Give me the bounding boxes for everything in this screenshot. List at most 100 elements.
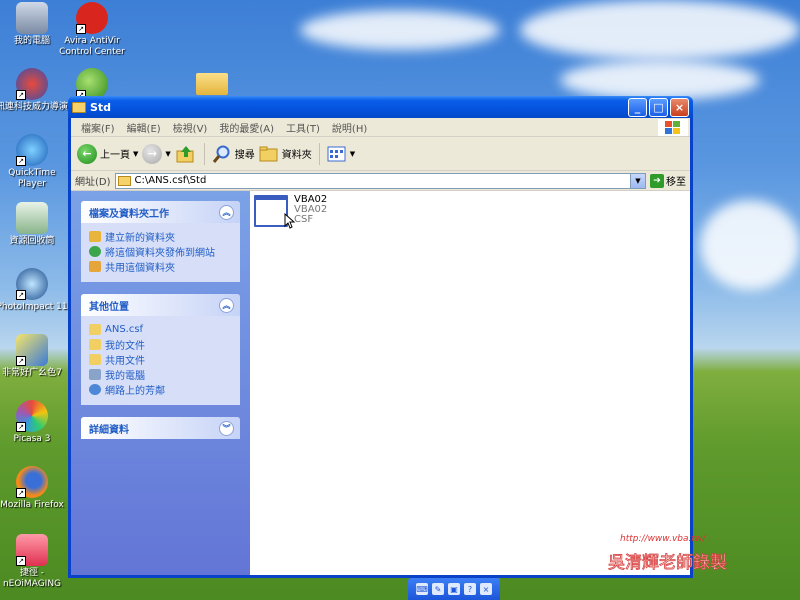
link-network-places[interactable]: 網路上的芳鄰 — [89, 382, 232, 397]
expand-icon[interactable]: ︾ — [219, 420, 234, 436]
search-button[interactable]: 搜尋 — [212, 144, 255, 164]
watermark-signature: 吳清輝老師錄製 — [600, 548, 800, 576]
views-button[interactable]: ▼ — [327, 145, 355, 163]
address-value: C:\ANS.csf\Std — [134, 175, 207, 186]
panel-header-details[interactable]: 詳細資料 ︾ — [81, 417, 240, 439]
avira-icon: ↗ — [76, 2, 108, 34]
minimize-button[interactable]: _ — [628, 97, 647, 117]
folder-icon — [89, 339, 101, 350]
link-new-folder[interactable]: 建立新的資料夾 — [89, 229, 232, 244]
menu-view[interactable]: 檢視(V) — [167, 120, 214, 135]
task-pane: 檔案及資料夾工作 ︽ 建立新的資料夾 將這個資料夾發佈到網站 共用這個資料夾 其… — [71, 191, 250, 575]
menu-bar: 檔案(F) 編輯(E) 檢視(V) 我的最愛(A) 工具(T) 說明(H) — [71, 118, 690, 137]
folders-button[interactable]: 資料夾 — [259, 145, 312, 163]
go-arrow-icon: ➔ — [650, 173, 664, 188]
panel-header-file-folder-tasks[interactable]: 檔案及資料夾工作 ︽ — [81, 201, 240, 223]
back-arrow-icon: ← — [77, 143, 97, 164]
folder-icon — [89, 354, 101, 365]
cloud — [520, 0, 800, 60]
recycle-bin-icon — [16, 202, 48, 234]
neoimaging-icon: ↗ — [16, 534, 48, 566]
link-ans-csf[interactable]: ANS.csf — [89, 322, 232, 337]
desktop-icon-picasa[interactable]: ↗ Picasa 3 — [0, 400, 68, 445]
cloud — [560, 60, 760, 100]
keyboard-icon[interactable]: ⌨ — [416, 583, 428, 595]
folder-icon — [89, 324, 101, 335]
maximize-button[interactable]: □ — [649, 97, 668, 117]
link-publish-folder[interactable]: 將這個資料夾發佈到網站 — [89, 244, 232, 259]
mouse-cursor-icon — [284, 212, 296, 232]
network-icon — [89, 384, 101, 395]
title-bar[interactable]: Std _ □ × — [68, 96, 693, 118]
menu-edit[interactable]: 編輯(E) — [121, 120, 167, 135]
pen-icon[interactable]: ✎ — [432, 583, 444, 595]
menu-tools[interactable]: 工具(T) — [280, 120, 326, 135]
chevron-down-icon[interactable]: ▼ — [133, 150, 138, 158]
window-body: 檔案(F) 編輯(E) 檢視(V) 我的最愛(A) 工具(T) 說明(H) ← … — [71, 118, 690, 575]
folder-up-icon — [176, 145, 194, 162]
chevron-down-icon: ▼ — [349, 149, 356, 158]
watermark-sign-text: 吳清輝老師錄製 — [608, 553, 727, 573]
csf-file-icon — [254, 195, 288, 227]
back-button[interactable]: ← 上一頁 ▼ — [77, 143, 138, 164]
menu-file[interactable]: 檔案(F) — [75, 120, 121, 135]
window-title: Std — [90, 100, 112, 114]
computer-icon — [89, 369, 101, 380]
folder-icon — [117, 175, 131, 186]
address-bar: 網址(D) C:\ANS.csf\Std ▼ ➔ 移至 — [71, 171, 690, 191]
file-type: CSF — [294, 214, 314, 225]
star-app-icon: ↗ — [16, 334, 48, 366]
chevron-down-icon[interactable]: ▼ — [165, 150, 170, 158]
help-icon[interactable]: ? — [464, 583, 476, 595]
menu-favorites[interactable]: 我的最愛(A) — [213, 120, 280, 135]
windows-logo-icon — [658, 119, 688, 136]
link-shared-documents[interactable]: 共用文件 — [89, 352, 232, 367]
toolbar-separator — [203, 142, 205, 165]
desktop-icon-recycle-bin[interactable]: 資源回收筒 — [0, 202, 68, 247]
panel-header-other-places[interactable]: 其他位置 ︽ — [81, 294, 240, 316]
picasa-icon: ↗ — [16, 400, 48, 432]
quicktime-icon: ↗ — [16, 134, 48, 166]
cloud — [700, 200, 800, 290]
desktop-icon-neoimaging[interactable]: ↗ 捷徑 - nEOiMAGING — [0, 534, 68, 590]
new-folder-icon — [89, 231, 101, 242]
link-share-folder[interactable]: 共用這個資料夾 — [89, 259, 232, 274]
desktop-icon-photoimpact[interactable]: ↗ PhotoImpact 11 — [0, 268, 68, 313]
forward-button[interactable]: → ▼ — [142, 143, 171, 164]
address-dropdown-button[interactable]: ▼ — [630, 173, 645, 188]
address-label: 網址(D) — [75, 177, 111, 188]
up-button[interactable] — [175, 143, 197, 165]
desktop-icon-app7[interactable]: ↗ 非常好广幺色7 — [0, 334, 68, 379]
firefox-icon: ↗ — [16, 466, 48, 498]
toolbar-separator — [318, 142, 320, 165]
computer-icon — [16, 2, 48, 34]
menu-help[interactable]: 說明(H) — [326, 120, 373, 135]
search-label: 搜尋 — [234, 150, 255, 161]
folders-label: 資料夾 — [281, 150, 312, 161]
desktop-icon-quicktime[interactable]: ↗ QuickTime Player — [0, 134, 68, 190]
recorder-toolbar: ⌨ ✎ ▣ ? × — [408, 578, 500, 600]
file-list[interactable]: VBA02 VBA02 CSF — [250, 191, 690, 575]
share-folder-icon — [89, 261, 101, 272]
folder-icon — [72, 101, 86, 113]
link-my-documents[interactable]: 我的文件 — [89, 337, 232, 352]
link-my-computer[interactable]: 我的電腦 — [89, 367, 232, 382]
panel-details: 詳細資料 ︾ — [81, 417, 240, 439]
close-button[interactable]: × — [670, 97, 689, 117]
forward-arrow-icon: → — [142, 143, 163, 164]
folder-icon — [196, 73, 228, 95]
toolbar: ← 上一頁 ▼ → ▼ 搜尋 資料夾 ▼ — [71, 137, 690, 171]
powerdirector-icon: ↗ — [16, 68, 48, 100]
screen-icon[interactable]: ▣ — [448, 583, 460, 595]
go-button[interactable]: ➔ 移至 — [650, 173, 686, 188]
desktop-icon-avira[interactable]: ↗ Avira AntiVir Control Center — [56, 2, 128, 58]
collapse-icon[interactable]: ︽ — [219, 204, 234, 220]
cloud — [300, 10, 500, 50]
collapse-icon[interactable]: ︽ — [219, 297, 234, 313]
folder-icon — [259, 146, 278, 161]
desktop-icon-firefox[interactable]: ↗ Mozilla Firefox — [0, 466, 68, 511]
views-icon — [327, 146, 346, 161]
close-icon[interactable]: × — [480, 583, 492, 595]
address-input[interactable]: C:\ANS.csf\Std ▼ — [114, 172, 646, 189]
desktop-icon-folder[interactable] — [176, 68, 248, 97]
